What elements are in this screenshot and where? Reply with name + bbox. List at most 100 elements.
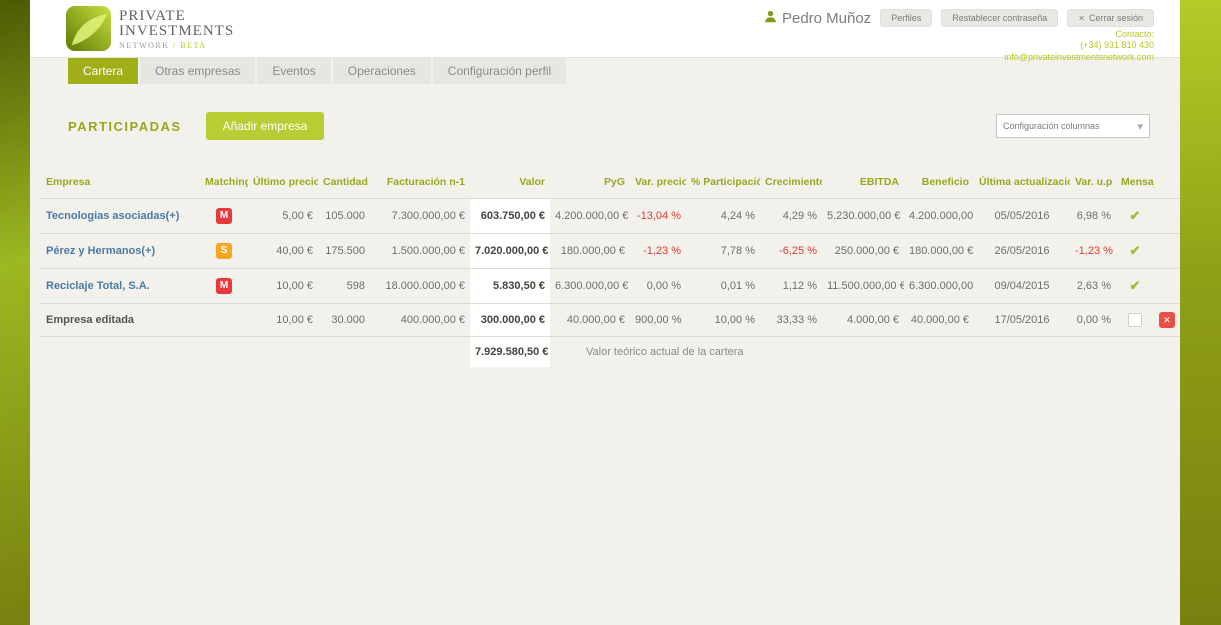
logout-button[interactable]: ✕ Cerrar sesión	[1067, 9, 1154, 27]
messages-check-icon[interactable]: ✔	[1130, 208, 1141, 223]
brand-logo[interactable]: PRIVATE INVESTMENTS NETWORK / BETA	[66, 6, 234, 56]
column-header-Último precio: Último precio	[248, 170, 318, 199]
column-header-Crecimiento: Crecimiento	[760, 170, 822, 199]
column-header-Mensajes: Mensajes	[1116, 170, 1154, 199]
right-edge-bar	[1180, 0, 1221, 625]
column-header-Última actualización: Última actualización	[974, 170, 1070, 199]
company-name-cell: Empresa editada	[40, 304, 200, 337]
tab-eventos[interactable]: Eventos	[257, 58, 330, 84]
tab-configuraci-n-perfil[interactable]: Configuración perfil	[433, 58, 566, 84]
brand-line1: PRIVATE	[119, 9, 234, 24]
chevron-down-icon: ▾	[1137, 120, 1143, 133]
column-header-actions	[1154, 170, 1180, 199]
matching-cell: M	[200, 269, 248, 304]
add-company-button[interactable]: Añadir empresa	[206, 112, 325, 140]
column-header-Var. u.p: Var. u.p	[1070, 170, 1116, 199]
pyg-cell: 180.000,00 €	[550, 234, 630, 269]
company-name-cell[interactable]: Pérez y Hermanos(+)	[40, 234, 200, 269]
ebitda-cell: 4.000,00 €	[822, 304, 904, 337]
profit-cell: 6.300.000,00 €	[904, 269, 974, 304]
left-edge-bar	[0, 0, 30, 625]
contact-label: Contacto:	[1004, 29, 1154, 40]
price-var-cell: 900,00 %	[630, 304, 686, 337]
participation-cell: 0,01 %	[686, 269, 760, 304]
close-icon: ✕	[1078, 14, 1085, 23]
price-var-cell: 0,00 %	[630, 269, 686, 304]
last-price-cell: 5,00 €	[248, 199, 318, 234]
tab-operaciones[interactable]: Operaciones	[333, 58, 431, 84]
last-update-cell: 09/04/2015	[974, 269, 1070, 304]
profit-cell: 4.200.000,00 €	[904, 199, 974, 234]
var-up-cell: 6,98 %	[1070, 199, 1116, 234]
matching-badge-s[interactable]: S	[216, 243, 232, 259]
quantity-cell: 598	[318, 269, 370, 304]
user-icon	[764, 10, 777, 27]
ebitda-cell: 5.230.000,00 €	[822, 199, 904, 234]
last-update-cell: 05/05/2016	[974, 199, 1070, 234]
pyg-cell: 4.200.000,00 €	[550, 199, 630, 234]
total-row: 7.929.580,50 € Valor teórico actual de l…	[40, 337, 1180, 368]
last-price-cell: 10,00 €	[248, 269, 318, 304]
company-name-cell[interactable]: Tecnologias asociadas(+)	[40, 199, 200, 234]
perfiles-button[interactable]: Perfiles	[880, 9, 932, 27]
growth-cell: 33,33 %	[760, 304, 822, 337]
total-spacer	[40, 337, 470, 368]
matching-badge-m[interactable]: M	[216, 208, 232, 224]
brand-line3: NETWORK / BETA	[119, 42, 234, 50]
user-name: Pedro Muñoz	[764, 10, 871, 27]
ebitda-cell: 250.000,00 €	[822, 234, 904, 269]
table-row: Reciclaje Total, S.A. M 10,00 €59818.000.0…	[40, 269, 1180, 304]
quantity-cell: 105.000	[318, 199, 370, 234]
company-name-cell[interactable]: Reciclaje Total, S.A.	[40, 269, 200, 304]
table-footer: 7.929.580,50 € Valor teórico actual de l…	[40, 337, 1180, 368]
total-caption: Valor teórico actual de la cartera	[550, 337, 1180, 368]
last-price-cell: 10,00 €	[248, 304, 318, 337]
beta-label: / BETA	[173, 41, 206, 50]
var-up-cell: 2,63 %	[1070, 269, 1116, 304]
quantity-cell: 30.000	[318, 304, 370, 337]
matching-cell: M	[200, 199, 248, 234]
profit-cell: 180.000,00 €	[904, 234, 974, 269]
messages-check-icon[interactable]: ✔	[1130, 278, 1141, 293]
matching-badge-m[interactable]: M	[216, 278, 232, 294]
matching-cell	[200, 304, 248, 337]
tab-cartera[interactable]: Cartera	[68, 58, 138, 84]
top-bar: PRIVATE INVESTMENTS NETWORK / BETA Pedro…	[30, 0, 1180, 58]
price-var-cell: -1,23 %	[630, 234, 686, 269]
price-var-cell: -13,04 %	[630, 199, 686, 234]
messages-checkbox[interactable]	[1128, 313, 1142, 327]
revenue-cell: 1.500.000,00 €	[370, 234, 470, 269]
columns-config-dropdown[interactable]: Configuración columnas ▾	[996, 114, 1150, 138]
brand-name: PRIVATE INVESTMENTS NETWORK / BETA	[119, 6, 234, 50]
messages-cell: ✔	[1116, 199, 1154, 234]
profit-cell: 40.000,00 €	[904, 304, 974, 337]
column-header-Valor: Valor	[470, 170, 550, 199]
reset-password-button[interactable]: Restablecer contraseña	[941, 9, 1058, 27]
brand-line2: INVESTMENTS	[119, 24, 234, 39]
column-header-% Participación: % Participación	[686, 170, 760, 199]
participation-cell: 4,24 %	[686, 199, 760, 234]
growth-cell: 1,12 %	[760, 269, 822, 304]
column-header-Var. precio: Var. precio	[630, 170, 686, 199]
delete-row-button[interactable]: ✕	[1159, 312, 1175, 328]
section-title: PARTICIPADAS	[68, 119, 182, 134]
column-header-Beneficio: Beneficio	[904, 170, 974, 199]
column-header-EBITDA: EBITDA	[822, 170, 904, 199]
growth-cell: 4,29 %	[760, 199, 822, 234]
pyg-cell: 40.000,00 €	[550, 304, 630, 337]
column-header-Cantidad: Cantidad	[318, 170, 370, 199]
growth-cell: -6,25 %	[760, 234, 822, 269]
tab-otras-empresas[interactable]: Otras empresas	[140, 58, 255, 84]
table-row: Tecnologias asociadas(+)M5,00 €105.0007.…	[40, 199, 1180, 234]
column-header-Empresa: Empresa	[40, 170, 200, 199]
messages-check-icon[interactable]: ✔	[1130, 243, 1141, 258]
contact-email[interactable]: info@privateinvestmentsnetwork.com	[1004, 52, 1154, 63]
pyg-cell: 6.300.000,00 €	[550, 269, 630, 304]
revenue-cell: 18.000.000,00 €	[370, 269, 470, 304]
table-row: Empresa editada10,00 €30.000400.000,00 €…	[40, 304, 1180, 337]
table-header-row: EmpresaMatchingÚltimo precioCantidadFact…	[40, 170, 1180, 199]
last-update-cell: 26/05/2016	[974, 234, 1070, 269]
quantity-cell: 175.500	[318, 234, 370, 269]
value-cell: 5.830,50 €	[470, 269, 550, 304]
table-header: EmpresaMatchingÚltimo precioCantidadFact…	[40, 170, 1180, 199]
